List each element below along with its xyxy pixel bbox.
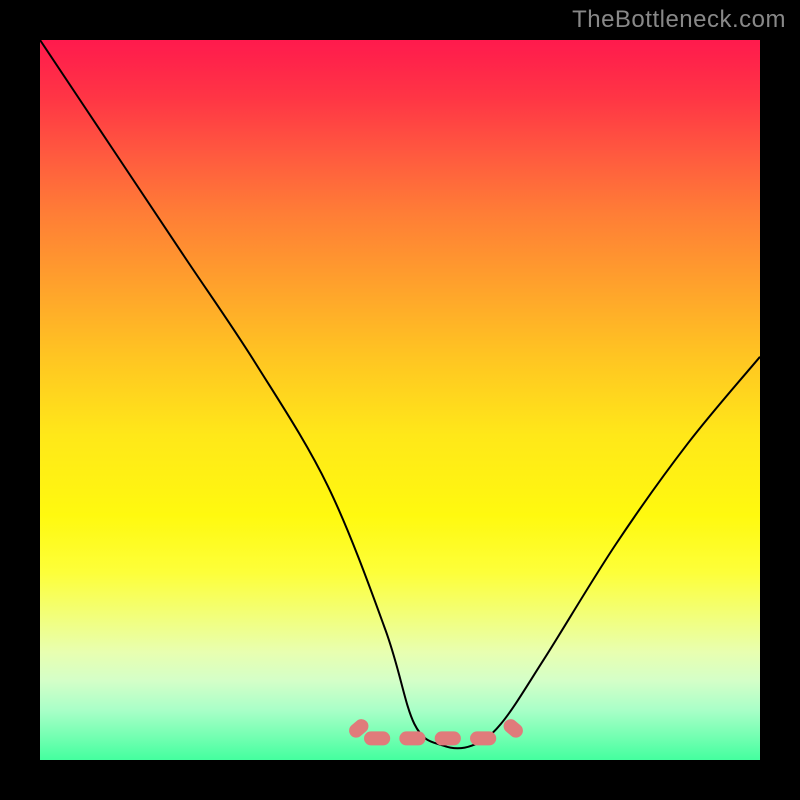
flat-marker-segment xyxy=(364,731,390,745)
bottleneck-curve-line xyxy=(40,40,760,748)
flat-region-markers xyxy=(346,716,526,745)
flat-marker-segment xyxy=(435,731,461,745)
chart-overlay xyxy=(40,40,760,760)
watermark-text: TheBottleneck.com xyxy=(572,6,786,34)
flat-marker-segment xyxy=(399,731,425,745)
flat-marker-segment xyxy=(470,731,496,745)
